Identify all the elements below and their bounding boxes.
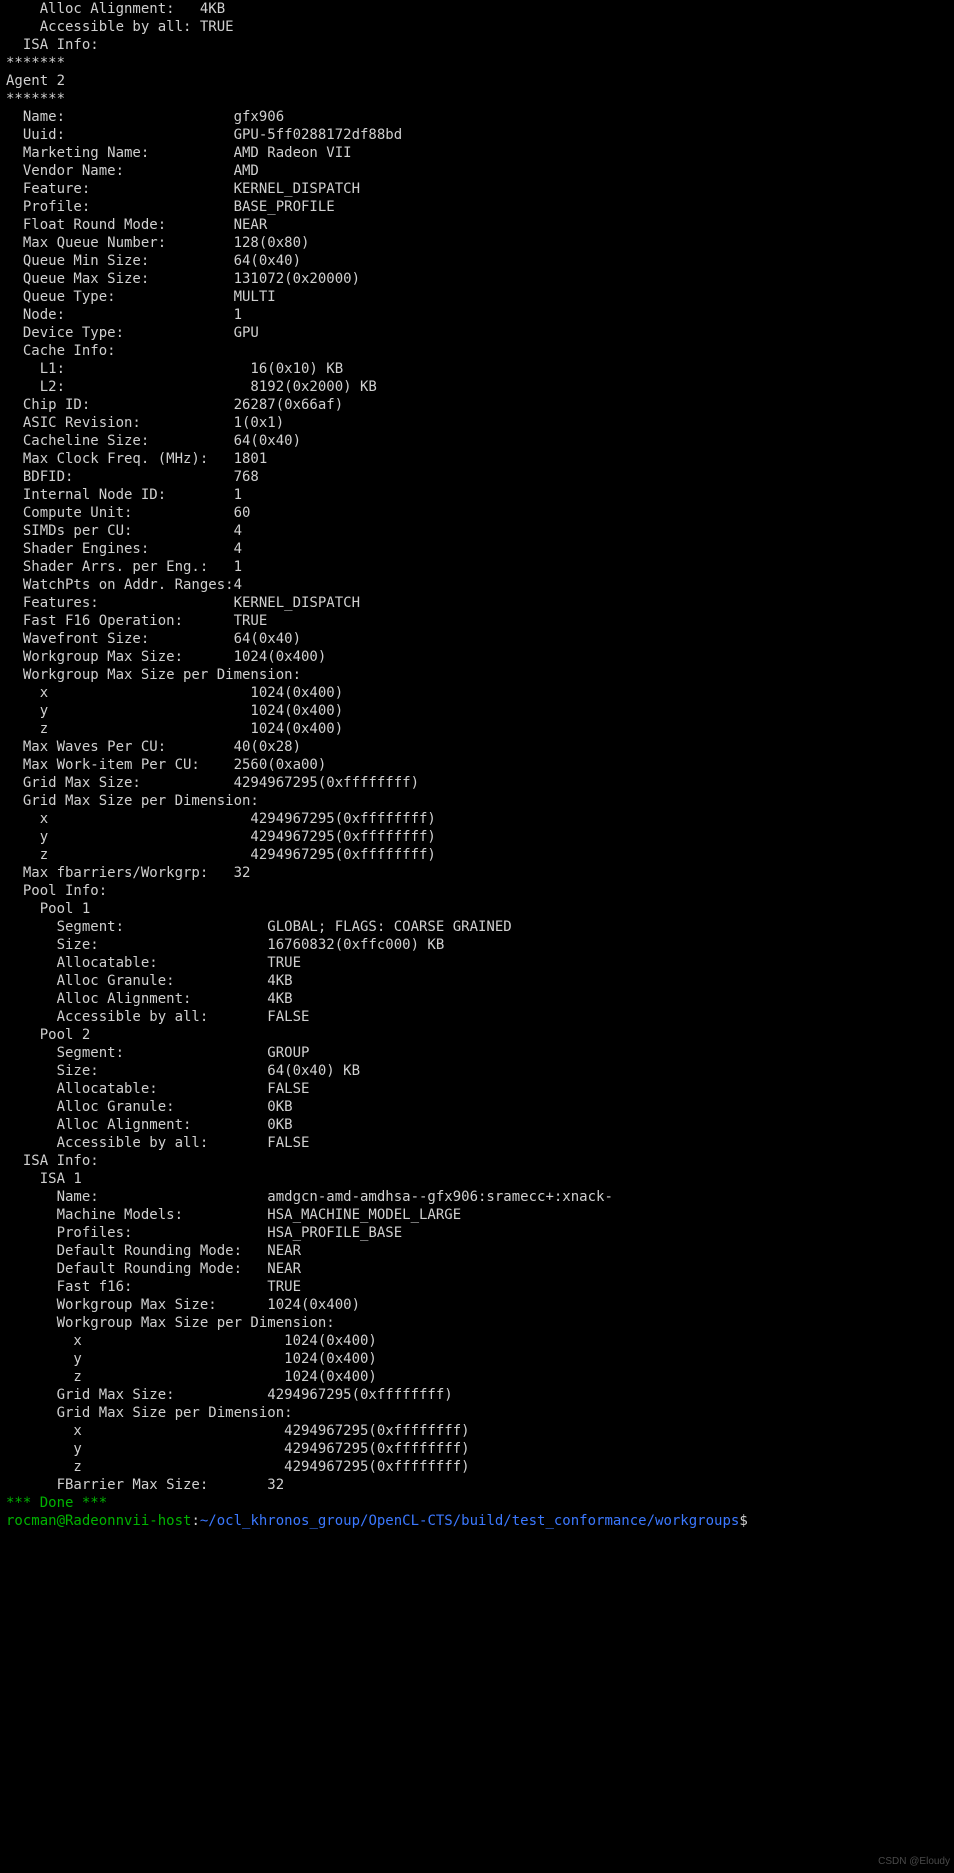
prompt-path: ~/ocl_khronos_group/OpenCL-CTS/build/tes… <box>200 1513 739 1529</box>
prompt-colon: : <box>191 1513 199 1529</box>
prompt-dollar: $ <box>739 1513 747 1529</box>
terminal-output[interactable]: Alloc Alignment: 4KB Accessible by all: … <box>0 0 954 1536</box>
prompt-user: rocman@Radeonnvii-host <box>6 1513 191 1529</box>
watermark: CSDN @Eloudy <box>878 1853 950 1871</box>
done-line: *** Done *** <box>6 1495 107 1511</box>
